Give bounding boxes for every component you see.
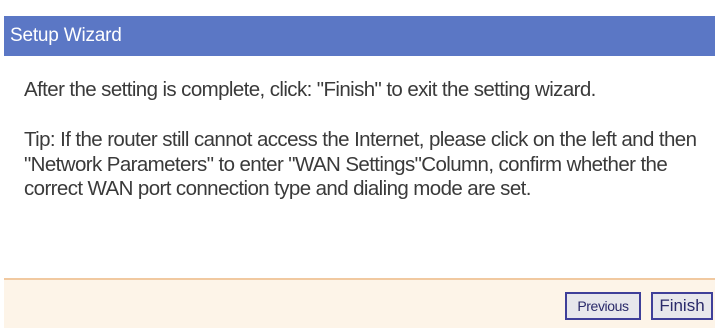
tip-message: Tip: If the router still cannot access t… [24,128,697,200]
finish-button[interactable]: Finish [651,292,713,320]
wizard-title: Setup Wizard [10,25,122,46]
wizard-title-bar: Setup Wizard [4,16,715,56]
setup-wizard-panel: Setup Wizard After the setting is comple… [4,16,715,328]
wizard-footer: Previous Finish [4,280,715,328]
previous-button[interactable]: Previous [565,292,641,320]
completion-message: After the setting is complete, click: "F… [24,78,596,101]
wizard-content: After the setting is complete, click: "F… [4,56,715,278]
